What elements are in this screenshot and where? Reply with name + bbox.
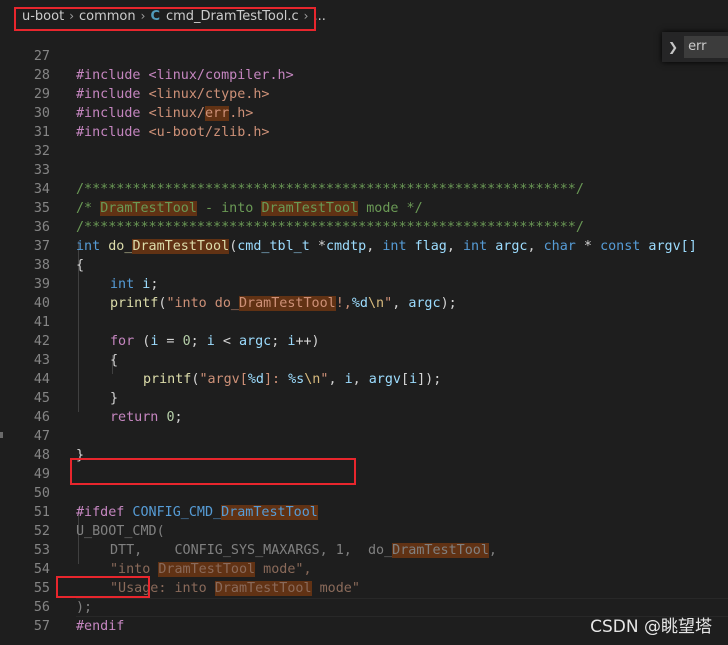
gutter-marker	[0, 432, 3, 438]
code-line-41: 41 for (i = 0; i < argc; i++)	[0, 294, 728, 349]
code-line-42: 42 {	[0, 313, 728, 368]
code-line-53: 53 "into DramTestTool mode",	[0, 522, 728, 577]
code-line-38: 38 int i;	[0, 237, 728, 292]
line-number: 57	[33, 619, 50, 634]
code-line-36: 36 int do_DramTestTool(cmd_tbl_t *cmdtp,…	[0, 199, 728, 254]
code-line-34: 34 /* DramTestTool - into DramTestTool m…	[0, 161, 728, 216]
code-line-46: 46	[0, 389, 728, 425]
annotation-box-ifdef	[70, 458, 356, 485]
code-line-51: 51 U_BOOT_CMD(	[0, 484, 728, 539]
code-line-28: 28 #include <linux/ctype.h>	[0, 47, 728, 102]
code-line-30: 30 #include <u-boot/zlib.h>	[0, 85, 728, 140]
find-widget: ❯ err	[662, 32, 728, 62]
code-line-37: 37 {	[0, 218, 728, 273]
watermark: CSDN @眺望塔	[590, 617, 712, 637]
code-line-48: 48	[0, 427, 728, 463]
code-line-39: 39 printf("into do_DramTestTool!,%d\n", …	[0, 256, 728, 311]
code-line-35: 35 /************************************…	[0, 180, 728, 235]
code-line-40: 40	[0, 275, 728, 311]
code-line-29: 29 #include <linux/err.h>	[0, 66, 728, 121]
find-input[interactable]: err	[684, 36, 728, 58]
code-token: #endif	[76, 619, 125, 634]
code-editor[interactable]: 27 #include <linux/compiler.h> 28 #inclu…	[0, 28, 728, 645]
code-line-54: 54 "Usage: into DramTestTool mode"	[0, 541, 728, 596]
code-line-31: 31	[0, 104, 728, 140]
code-line-33: 33 /************************************…	[0, 142, 728, 197]
code-line-45: 45 return 0;	[0, 370, 728, 425]
code-line-27: 27 #include <linux/compiler.h>	[0, 28, 728, 83]
code-line-47: 47 }	[0, 408, 728, 463]
code-line-44: 44 }	[0, 351, 728, 406]
code-line-43: 43 printf("argv[%d]: %s\n", i, argv[i]);	[0, 332, 728, 387]
code-line-52: 52 DTT, CONFIG_SYS_MAXARGS, 1, do_DramTe…	[0, 503, 728, 558]
annotation-box-endif	[56, 576, 150, 598]
chevron-right-icon[interactable]: ❯	[668, 40, 678, 54]
code-line-32: 32	[0, 123, 728, 159]
